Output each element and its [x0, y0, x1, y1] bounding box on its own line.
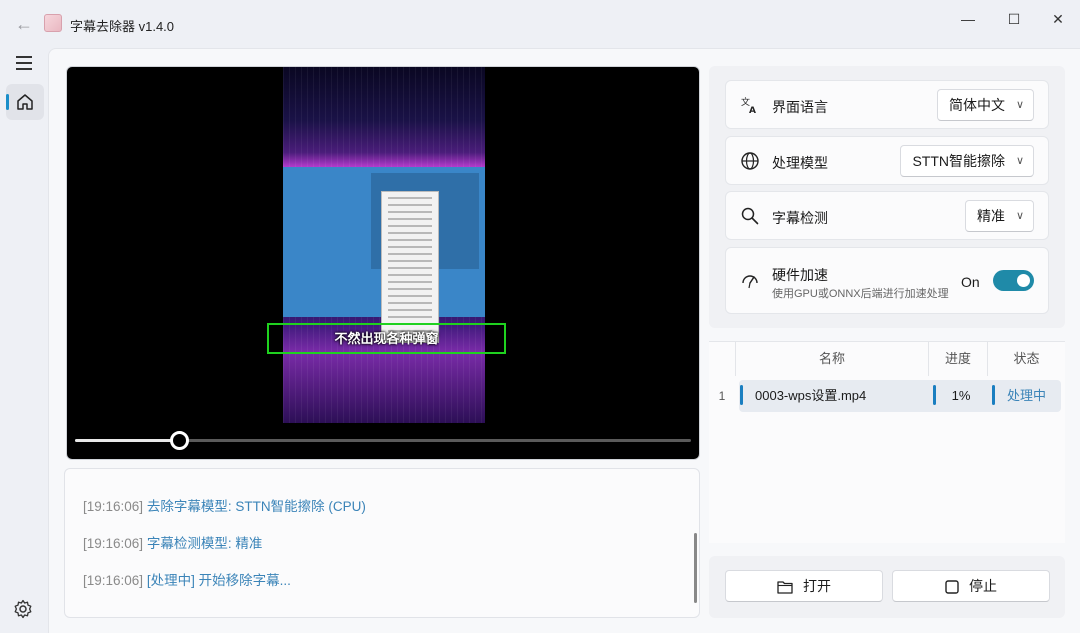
setting-language-label: 界面语言: [772, 99, 828, 115]
nav-home-button[interactable]: [6, 84, 44, 120]
speedometer-icon: [742, 275, 758, 289]
chevron-down-icon: ∨: [1015, 99, 1024, 111]
maximize-button[interactable]: ☐: [994, 6, 1034, 32]
context-menu-image: [381, 191, 439, 343]
subtitle-region-box[interactable]: 不然出现各种弹窗: [267, 323, 506, 354]
log-message: 字幕检测模型: 精准: [146, 536, 263, 551]
language-icon: 文 A: [741, 96, 756, 115]
column-header-name[interactable]: 名称: [735, 342, 928, 376]
stop-button[interactable]: 停止: [892, 570, 1050, 602]
language-dropdown-value: 简体中文: [949, 97, 1005, 113]
home-icon: [17, 94, 33, 110]
log-message: [处理中] 开始移除字幕...: [146, 573, 291, 588]
app-logo-icon: [44, 14, 62, 32]
log-timestamp: [19:16:06]: [83, 536, 144, 551]
setting-hardware: 硬件加速 使用GPU或ONNX后端进行加速处理 On: [725, 247, 1049, 314]
globe-icon: [741, 152, 759, 170]
cell-filename: 0003-wps设置.mp4: [755, 388, 867, 403]
chevron-down-icon: ∨: [1015, 210, 1024, 222]
row-selection-marker: [740, 385, 743, 405]
log-scrollbar[interactable]: [694, 533, 697, 603]
setting-detection: 字幕检测 精准 ∨: [725, 191, 1049, 240]
cell-progress: 1%: [951, 388, 971, 403]
column-header-status[interactable]: 状态: [987, 342, 1065, 376]
video-preview: 不然出现各种弹窗: [66, 66, 700, 460]
hardware-toggle[interactable]: [993, 270, 1034, 291]
row-index: 1: [718, 389, 726, 403]
desktop-screenshot: [283, 167, 485, 343]
log-message: 去除字幕模型: STTN智能擦除 (CPU): [146, 499, 366, 514]
toggle-knob: [1017, 274, 1030, 287]
chevron-down-icon: ∨: [1015, 155, 1024, 167]
close-button[interactable]: ✕: [1038, 6, 1078, 32]
log-panel: [19:16:06] 去除字幕模型: STTN智能擦除 (CPU) [19:16…: [64, 468, 700, 618]
log-timestamp: [19:16:06]: [83, 573, 144, 588]
stop-button-label: 停止: [969, 578, 997, 594]
title-bar: ← 字幕去除器 v1.4.0 — ☐ ✕: [0, 0, 1080, 48]
cell-divider: [992, 385, 995, 405]
video-frame-image: [283, 67, 485, 423]
setting-model: 处理模型 STTN智能擦除 ∨: [725, 136, 1049, 185]
setting-model-label: 处理模型: [772, 155, 828, 171]
log-line: [19:16:06] 字幕检测模型: 精准: [83, 532, 262, 552]
setting-detection-label: 字幕检测: [772, 210, 828, 226]
back-arrow-icon[interactable]: ←: [12, 12, 36, 36]
detection-dropdown[interactable]: 精准 ∨: [965, 200, 1034, 232]
svg-text:A: A: [749, 106, 756, 115]
model-dropdown-value: STTN智能擦除: [912, 153, 1005, 169]
stop-icon: [945, 580, 959, 594]
subtitle-text: 不然出现各种弹窗: [334, 331, 439, 346]
video-seek-fill: [75, 439, 180, 442]
log-line: [19:16:06] 去除字幕模型: STTN智能擦除 (CPU): [83, 495, 366, 515]
model-dropdown[interactable]: STTN智能擦除 ∨: [900, 145, 1034, 177]
detection-dropdown-value: 精准: [977, 208, 1005, 224]
column-header-progress[interactable]: 进度: [928, 342, 987, 376]
menu-hamburger-icon[interactable]: [10, 52, 38, 74]
video-seek-thumb[interactable]: [169, 431, 189, 450]
search-icon: [741, 207, 759, 225]
folder-icon: [777, 581, 793, 594]
cell-status: 处理中: [1007, 388, 1047, 403]
minimize-button[interactable]: —: [948, 6, 988, 32]
window-title: 字幕去除器 v1.4.0: [70, 19, 175, 34]
open-button[interactable]: 打开: [725, 570, 883, 602]
log-timestamp: [19:16:06]: [83, 499, 144, 514]
task-table: 名称 进度 状态 1 0003-wps设置.mp4 1% 处理中: [709, 341, 1065, 543]
language-dropdown[interactable]: 简体中文 ∨: [937, 89, 1034, 121]
nav-selected-indicator: [6, 94, 9, 110]
nav-settings-button[interactable]: [12, 598, 36, 622]
open-button-label: 打开: [803, 578, 831, 594]
setting-language: 文 A 界面语言 简体中文 ∨: [725, 80, 1049, 129]
setting-hardware-label: 硬件加速: [772, 267, 828, 283]
log-line: [19:16:06] [处理中] 开始移除字幕...: [83, 569, 291, 589]
cell-divider: [933, 385, 936, 405]
gear-icon: [14, 599, 32, 619]
setting-hardware-description: 使用GPU或ONNX后端进行加速处理: [772, 288, 949, 300]
hardware-toggle-state: On: [961, 274, 980, 290]
